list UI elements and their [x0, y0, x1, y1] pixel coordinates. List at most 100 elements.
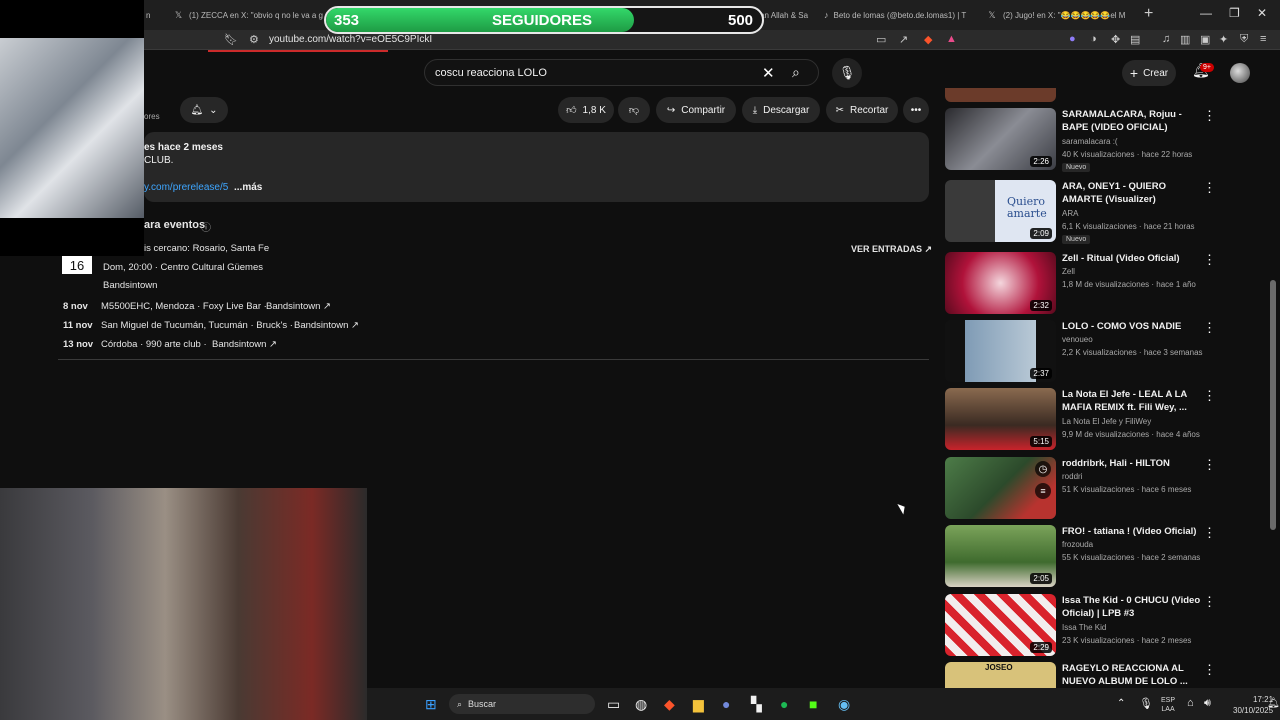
- brave-icon[interactable]: ◆: [664, 696, 675, 713]
- extension-icon[interactable]: ●: [1069, 33, 1076, 45]
- language-indicator[interactable]: ESP LAA: [1161, 696, 1175, 714]
- event-source-link[interactable]: Bandsintown ↗: [212, 339, 277, 350]
- search-icon[interactable]: ⌕: [792, 64, 800, 81]
- volume-icon[interactable]: 🔊︎: [1204, 697, 1211, 710]
- cast-icon[interactable]: ▭: [876, 33, 886, 46]
- info-icon[interactable]: ⓘ: [201, 219, 211, 234]
- video-title[interactable]: FRO! - tatiana ! (Video Oficial): [1062, 525, 1202, 538]
- taskbar-search[interactable]: ⌕ Buscar: [449, 694, 595, 714]
- clip-button[interactable]: ✂ Recortar: [826, 97, 898, 123]
- puzzle-icon[interactable]: ✥: [1111, 33, 1120, 46]
- channel-name[interactable]: La Nota El Jefe y FiliWey: [1062, 417, 1151, 426]
- recommended-video[interactable]: 2:26 SARAMALACARA, Rojuu - BAPE (VIDEO O…: [945, 108, 1216, 172]
- bookmark-icon[interactable]: 🔖︎: [224, 33, 238, 46]
- microphone-button[interactable]: 🎙︎: [832, 58, 862, 88]
- watch-later-icon[interactable]: ◷: [1035, 461, 1051, 477]
- recommended-video[interactable]: ◷ ≡ roddribrk, Hali - HILTON roddri 51 K…: [945, 457, 1216, 521]
- more-options-icon[interactable]: ⋮: [1203, 388, 1216, 404]
- video-title[interactable]: RAGEYLO REACCIONA AL NUEVO ALBUM DE LOLO…: [1062, 662, 1202, 688]
- tab-beto[interactable]: ♪Beto de lomas (@beto.de.lomas1) | T✕: [824, 4, 974, 26]
- video-title[interactable]: ARA, ONEY1 - QUIERO AMARTE (Visualizer): [1062, 180, 1202, 206]
- sidebar-icon[interactable]: ▥: [1180, 33, 1190, 46]
- notification-center-icon[interactable]: 🔔︎: [1267, 698, 1280, 709]
- more-options-icon[interactable]: ⋮: [1203, 180, 1216, 196]
- video-thumbnail-partial[interactable]: [945, 88, 1056, 102]
- channel-name[interactable]: saramalacara :(: [1062, 137, 1118, 146]
- menu-icon[interactable]: ≡: [1260, 33, 1266, 45]
- wallet-icon[interactable]: ▣: [1200, 33, 1210, 46]
- app-icon[interactable]: ▚: [751, 696, 762, 713]
- kick-icon[interactable]: ■: [809, 696, 817, 712]
- recommended-video[interactable]: 2:32 Zell - Ritual (Video Oficial) Zell …: [945, 252, 1216, 316]
- recommended-video[interactable]: 5:15 La Nota El Jefe - LEAL A LA MAFIA R…: [945, 388, 1216, 452]
- description-box[interactable]: es hace 2 meses CLUB. y.com/prerelease/5…: [144, 132, 929, 202]
- search-input[interactable]: coscu reacciona LOLO: [435, 67, 547, 79]
- like-button[interactable]: 👍︎ 1,8 K: [558, 97, 614, 123]
- tickets-link[interactable]: VER ENTRADAS ↗: [851, 244, 932, 255]
- more-options-icon[interactable]: ⋮: [1203, 320, 1216, 336]
- close-window-button[interactable]: ✕: [1257, 6, 1267, 20]
- more-actions-button[interactable]: •••: [903, 97, 929, 123]
- channel-name[interactable]: roddri: [1062, 472, 1082, 481]
- ai-icon[interactable]: ✦: [1219, 33, 1228, 46]
- tab-jugo[interactable]: 𝕏 (2) Jugo! en X: "😂😂😂😂😂el M: [986, 4, 1136, 26]
- video-title[interactable]: Zell - Ritual (Video Oficial): [1062, 252, 1202, 265]
- dislike-button[interactable]: 👎︎: [618, 97, 650, 123]
- description-link[interactable]: y.com/prerelease/5: [144, 182, 228, 193]
- avatar[interactable]: [1230, 63, 1250, 83]
- more-options-icon[interactable]: ⋮: [1203, 525, 1216, 541]
- media-icon[interactable]: ♫: [1162, 33, 1170, 45]
- channel-name[interactable]: ARA: [1062, 209, 1078, 218]
- create-button[interactable]: + Crear: [1122, 60, 1176, 86]
- recommended-video[interactable]: 2:37 LOLO - COMO VOS NADIE venoueo 2,2 K…: [945, 320, 1216, 384]
- video-title[interactable]: roddribrk, Hali - HILTON: [1062, 457, 1202, 470]
- video-thumbnail[interactable]: 2:32: [945, 252, 1056, 314]
- channel-name[interactable]: frozouda: [1062, 540, 1093, 549]
- more-options-icon[interactable]: ⋮: [1203, 252, 1216, 268]
- channel-name[interactable]: Issa The Kid: [1062, 623, 1106, 632]
- search-box[interactable]: coscu reacciona LOLO ✕ ⌕: [424, 59, 819, 86]
- video-title[interactable]: SARAMALACARA, Rojuu - BAPE (VIDEO OFICIA…: [1062, 108, 1202, 134]
- more-options-icon[interactable]: ⋮: [1203, 662, 1215, 678]
- share-page-icon[interactable]: ↗: [899, 33, 908, 46]
- channel-name[interactable]: Zell: [1062, 267, 1075, 276]
- video-title[interactable]: Issa The Kid - 0 CHUCU (Video Oficial) |…: [1062, 594, 1202, 620]
- tab-search-icon[interactable]: ▤: [1130, 33, 1140, 46]
- vpn-icon[interactable]: ⛨: [1240, 33, 1248, 46]
- restore-button[interactable]: ❐: [1229, 6, 1240, 20]
- file-explorer-icon[interactable]: ▆: [693, 696, 704, 713]
- more-options-icon[interactable]: ⋮: [1203, 594, 1216, 610]
- more-options-icon[interactable]: ⋮: [1203, 108, 1216, 124]
- more-options-icon[interactable]: ⋮: [1203, 457, 1216, 473]
- video-thumbnail[interactable]: 2:37: [945, 320, 1056, 382]
- discord-icon[interactable]: ●: [722, 696, 730, 712]
- microphone-icon[interactable]: 🎙︎: [1139, 697, 1153, 710]
- steam-icon[interactable]: ◉: [838, 696, 850, 713]
- video-thumbnail[interactable]: ◷ ≡: [945, 457, 1056, 519]
- show-hidden-icons[interactable]: ⌃: [1117, 698, 1125, 709]
- video-thumbnail[interactable]: 2:26: [945, 108, 1056, 170]
- recommended-video[interactable]: JOSEO RAGEYLO REACCIONA AL NUEVO ALBUM D…: [945, 662, 1215, 688]
- scrollbar-thumb[interactable]: [1270, 280, 1276, 530]
- video-thumbnail[interactable]: 2:29: [945, 594, 1056, 656]
- rewards-icon[interactable]: ▲: [946, 33, 957, 45]
- video-thumbnail[interactable]: JOSEO: [945, 662, 1056, 688]
- obs-icon[interactable]: ◍: [635, 696, 647, 713]
- tab-zecca[interactable]: 𝕏 (1) ZECCA en X: "obvio q no le va a g: [173, 4, 323, 26]
- minimize-button[interactable]: —: [1200, 6, 1212, 20]
- extension-icon[interactable]: ◑: [1090, 33, 1097, 45]
- recommended-video[interactable]: Quiero amarte 2:09 ARA, ONEY1 - QUIERO AM…: [945, 180, 1216, 244]
- video-thumbnail[interactable]: 2:05: [945, 525, 1056, 587]
- event-source-link[interactable]: Bandsintown ↗: [266, 301, 331, 312]
- windows-start-icon[interactable]: ⊞: [425, 696, 437, 713]
- video-thumbnail[interactable]: 5:15: [945, 388, 1056, 450]
- network-icon[interactable]: ⌂: [1187, 697, 1194, 709]
- url-field[interactable]: youtube.com/watch?v=eOE5C9PIckI: [269, 34, 432, 45]
- spotify-icon[interactable]: ●: [780, 696, 788, 712]
- recommended-video[interactable]: 2:29 Issa The Kid - 0 CHUCU (Video Ofici…: [945, 594, 1216, 658]
- channel-name[interactable]: venoueo: [1062, 335, 1093, 344]
- featured-event-source[interactable]: Bandsintown: [103, 280, 157, 291]
- share-button[interactable]: ↪ Compartir: [656, 97, 736, 123]
- tab-partial[interactable]: n: [146, 4, 166, 26]
- new-tab-button[interactable]: +: [1144, 5, 1153, 23]
